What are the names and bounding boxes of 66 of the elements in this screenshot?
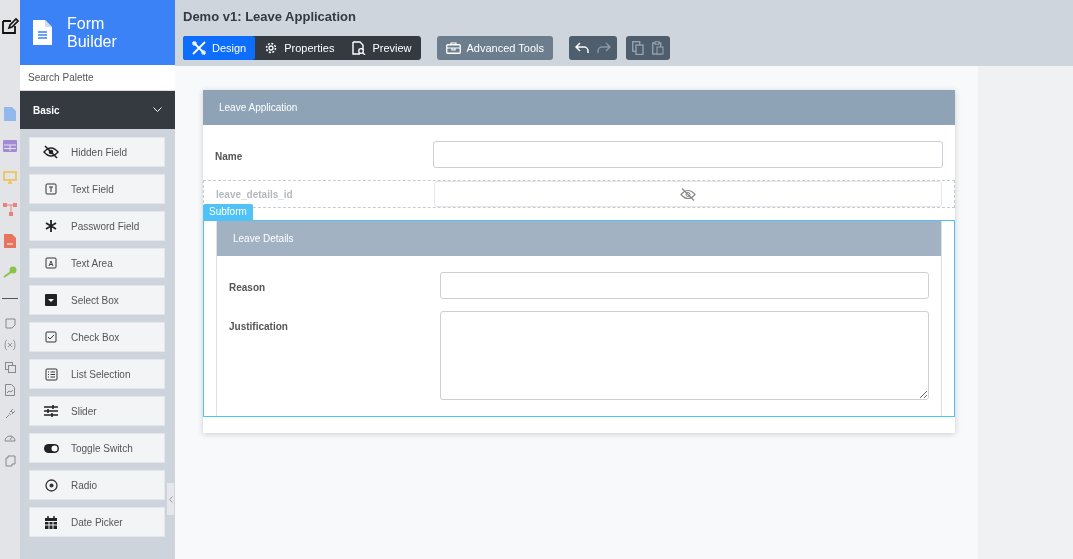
chart-file-icon[interactable] bbox=[5, 384, 15, 396]
category-header[interactable]: Basic bbox=[20, 91, 175, 129]
variable-icon[interactable] bbox=[4, 339, 16, 351]
palette-item[interactable]: Toggle Switch bbox=[29, 433, 165, 463]
key-icon[interactable] bbox=[3, 266, 17, 278]
input-field[interactable] bbox=[440, 272, 929, 299]
palette-item[interactable]: List Selection bbox=[29, 359, 165, 389]
search-field[interactable]: Search Palette bbox=[20, 65, 175, 91]
document-search-icon bbox=[352, 41, 367, 55]
palette-item[interactable]: Radio bbox=[29, 470, 165, 500]
collapse-handle[interactable] bbox=[167, 483, 174, 515]
palette-item[interactable]: Slider bbox=[29, 396, 165, 426]
note-icon[interactable] bbox=[4, 318, 16, 329]
palette-item[interactable]: Check Box bbox=[29, 322, 165, 352]
calendar-icon bbox=[45, 515, 57, 529]
input-field[interactable] bbox=[433, 141, 943, 168]
form-title: Demo v1: Leave Application bbox=[183, 8, 357, 25]
chevron-down-icon bbox=[153, 107, 162, 113]
dropdown-icon bbox=[45, 294, 57, 306]
chevron-left-icon bbox=[168, 495, 173, 503]
field-label: Name bbox=[214, 150, 244, 164]
gear-icon bbox=[264, 41, 279, 55]
toolbox-icon bbox=[445, 42, 461, 54]
field-label: leave_details_id bbox=[215, 187, 294, 202]
eye-slash-icon bbox=[43, 145, 59, 159]
advanced-tools-button[interactable]: Advanced Tools bbox=[436, 36, 553, 60]
palette-item[interactable]: Hidden Field bbox=[29, 137, 165, 167]
hierarchy-icon[interactable] bbox=[3, 203, 17, 216]
report-icon[interactable] bbox=[4, 234, 16, 248]
radio-icon bbox=[44, 478, 58, 492]
monitor-icon[interactable] bbox=[3, 171, 17, 184]
mode-tab[interactable]: Properties bbox=[255, 36, 344, 60]
field-label: Reason bbox=[228, 281, 267, 295]
text-area[interactable] bbox=[440, 311, 929, 400]
tools-icon bbox=[192, 41, 206, 55]
mode-tab[interactable]: Design bbox=[183, 36, 256, 60]
gauge-icon[interactable] bbox=[4, 432, 16, 442]
checkbox-icon bbox=[45, 331, 57, 343]
palette-item[interactable]: Text Area bbox=[29, 248, 165, 278]
document-icon[interactable] bbox=[4, 107, 16, 121]
copy-icon[interactable] bbox=[632, 41, 644, 55]
category-label: Basic bbox=[33, 103, 60, 118]
form-heading: Leave Application bbox=[219, 101, 298, 115]
palette-item[interactable]: Date Picker bbox=[29, 507, 165, 537]
list-icon bbox=[44, 367, 58, 381]
palette-item[interactable]: Select Box bbox=[29, 285, 165, 315]
palette-item[interactable]: Text Field bbox=[29, 174, 165, 204]
palette-item[interactable]: Password Field bbox=[29, 211, 165, 241]
table-icon[interactable] bbox=[3, 140, 17, 152]
mode-tab[interactable]: Preview bbox=[343, 36, 421, 60]
redo-icon[interactable] bbox=[597, 42, 611, 54]
asterisk-icon bbox=[45, 220, 57, 232]
palette-title: Form Builder bbox=[67, 14, 118, 51]
sliders-icon bbox=[44, 405, 58, 417]
document-icon bbox=[33, 20, 52, 45]
text-field-icon bbox=[45, 183, 57, 195]
text-area-icon bbox=[45, 257, 57, 269]
eye-slash-icon bbox=[680, 187, 696, 201]
undo-icon[interactable] bbox=[575, 42, 589, 54]
edit-icon[interactable] bbox=[1, 17, 19, 35]
toggle-icon bbox=[43, 443, 59, 453]
subform-heading: Leave Details bbox=[233, 232, 294, 246]
subform-tag: Subform bbox=[203, 204, 253, 220]
paste-icon[interactable] bbox=[652, 41, 664, 55]
images-icon[interactable] bbox=[4, 362, 16, 373]
field-label: Justification bbox=[228, 320, 289, 334]
